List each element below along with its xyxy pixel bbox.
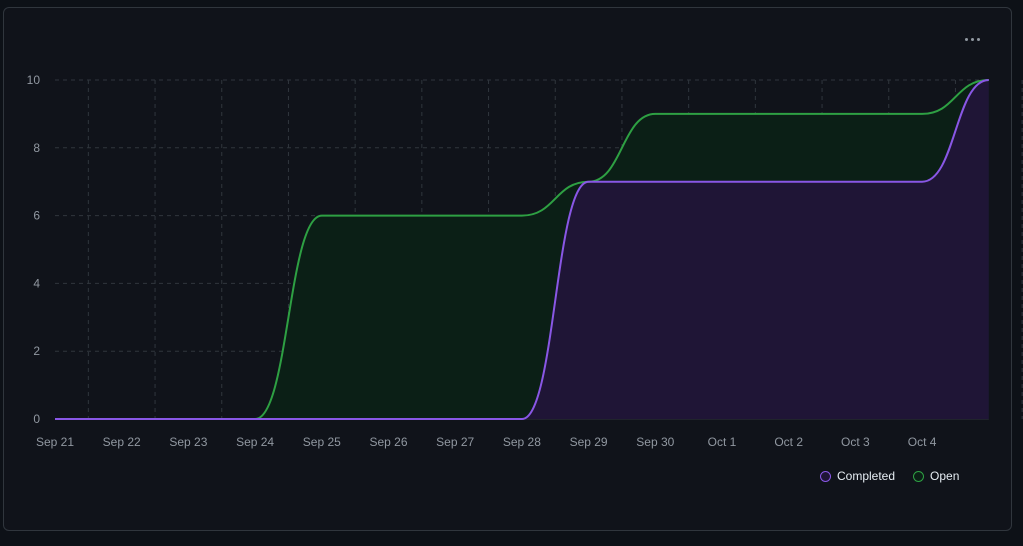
y-tick-label: 4: [33, 276, 40, 290]
y-tick-label: 8: [33, 141, 40, 155]
legend-swatch-open: [913, 470, 925, 482]
y-tick-label: 6: [33, 209, 40, 223]
x-tick-label: Sep 23: [169, 435, 207, 449]
x-tick-label: Sep 22: [103, 435, 141, 449]
legend-label-open: Open: [930, 469, 960, 483]
x-tick-label: Sep 29: [570, 435, 608, 449]
x-axis-ticks: Sep 21 Sep 22 Sep 23 Sep 24 Sep 25 Sep 26 Sep …: [36, 435, 937, 449]
legend-item-completed[interactable]: Completed: [820, 469, 895, 483]
x-tick-label: Sep 25: [303, 435, 341, 449]
legend-label-completed: Completed: [837, 469, 896, 483]
x-tick-label: Oct 1: [708, 435, 737, 449]
y-axis-ticks: 0 2 4 6 8 10: [27, 73, 41, 426]
chart-legend: Completed Open: [820, 469, 959, 483]
x-tick-label: Sep 26: [369, 435, 407, 449]
y-tick-label: 0: [33, 412, 40, 426]
x-tick-label: Sep 30: [636, 435, 674, 449]
y-tick-label: 10: [27, 73, 41, 87]
y-tick-label: 2: [33, 344, 40, 358]
x-tick-label: Oct 2: [774, 435, 803, 449]
chart-areas: [55, 80, 989, 419]
x-tick-label: Sep 27: [436, 435, 474, 449]
x-tick-label: Sep 24: [236, 435, 274, 449]
x-tick-label: Sep 28: [503, 435, 541, 449]
burnup-chart: 0246810 Sep 21 Sep 22 Sep 23 Sep 24 Sep 25 Se…: [27, 73, 1023, 449]
legend-item-open[interactable]: Open: [913, 469, 959, 483]
legend-swatch-completed: [820, 470, 831, 482]
x-tick-label: Oct 3: [841, 435, 870, 449]
x-tick-label: Sep 21: [36, 435, 74, 449]
x-tick-label: Oct 4: [908, 435, 937, 449]
